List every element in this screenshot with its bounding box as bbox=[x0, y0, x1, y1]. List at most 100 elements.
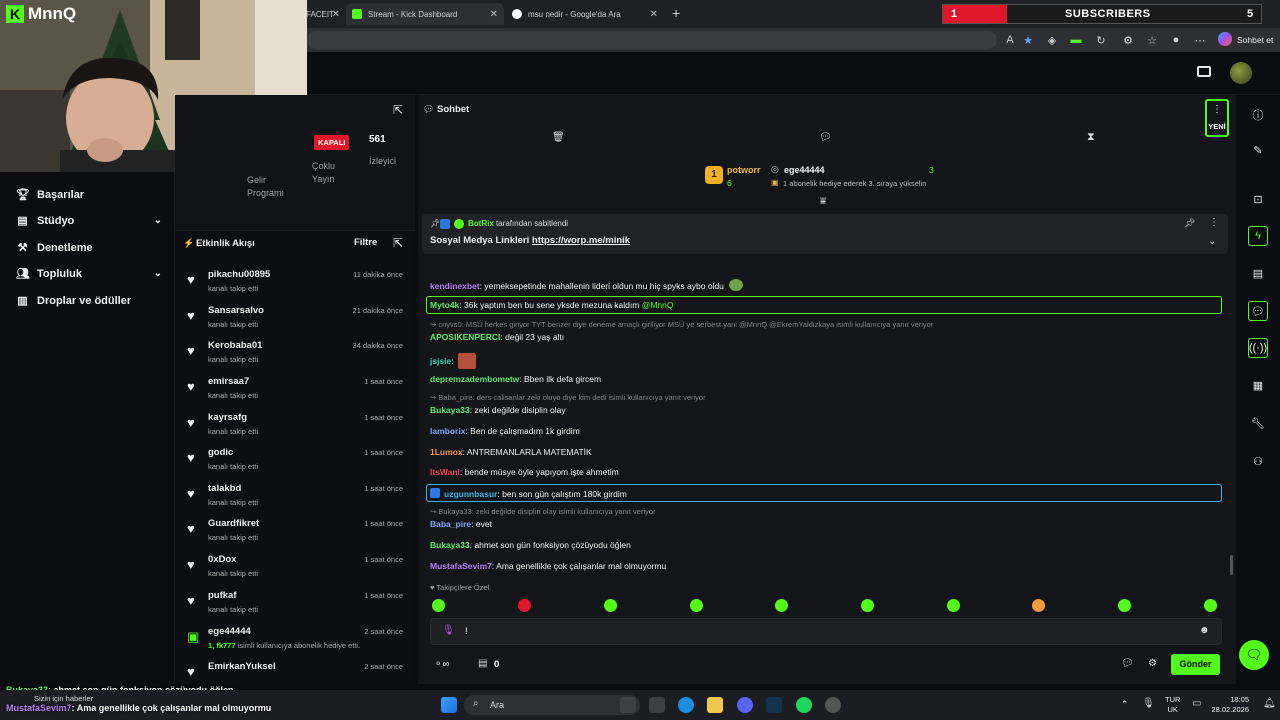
feed-row[interactable]: ♥ Guardfikret kanalı takip etti 1 saat önce bbox=[187, 517, 409, 551]
feed-row[interactable]: ♥ emirsaa7 kanalı takip etti 1 saat önce bbox=[187, 375, 409, 409]
info-icon[interactable]: ⓘ bbox=[1248, 105, 1268, 125]
emote-button[interactable] bbox=[947, 599, 960, 612]
shield-icon[interactable]: ◈ bbox=[1045, 33, 1059, 47]
chat-username[interactable]: MustafaSevim7 bbox=[430, 561, 492, 571]
chat-username[interactable]: Myto4k bbox=[430, 300, 459, 310]
feed-row[interactable]: ♥ godic kanalı takip etti 1 saat önce bbox=[187, 446, 409, 480]
edit-pencil-icon[interactable]: ✎ bbox=[1248, 140, 1268, 160]
studio-preview-icon[interactable] bbox=[1197, 66, 1211, 77]
chat-username[interactable]: kendinexbet bbox=[430, 281, 480, 291]
refresh-icon[interactable]: ↻ bbox=[1094, 33, 1108, 47]
discord-icon[interactable] bbox=[737, 697, 753, 713]
store-icon[interactable]: ▤ bbox=[478, 658, 487, 669]
chat-username[interactable]: Bukaya33 bbox=[430, 540, 470, 550]
leaderboard-second-name[interactable]: ege44444 bbox=[784, 165, 825, 175]
capture-icon[interactable]: ⊡ bbox=[1248, 189, 1268, 209]
send-button[interactable]: Gönder bbox=[1171, 654, 1220, 675]
collections-icon[interactable]: ☆ bbox=[1145, 33, 1159, 47]
chat-mention[interactable]: @MnnQ bbox=[642, 300, 674, 310]
broadcast-icon[interactable]: ((·)) bbox=[1248, 338, 1268, 358]
extension-icon[interactable]: ▬ bbox=[1069, 33, 1083, 47]
chat-username[interactable]: lamborix bbox=[430, 426, 465, 436]
widgets-icon[interactable] bbox=[649, 697, 665, 713]
feed-username[interactable]: talakbd bbox=[208, 483, 241, 494]
popout-icon[interactable]: ⇱ bbox=[393, 236, 403, 250]
close-tab-icon[interactable]: ✕ bbox=[332, 9, 340, 20]
tray-chevron-icon[interactable]: ⌃ bbox=[1121, 699, 1129, 710]
more-menu-icon[interactable]: ⋯ bbox=[1193, 33, 1207, 47]
sidebar-item-moderation[interactable]: ⚒ Denetleme bbox=[16, 241, 162, 255]
chat-settings-icon[interactable]: 💬︎ bbox=[1121, 658, 1134, 669]
feed-row[interactable]: ♥ talakbd kanalı takip etti 1 saat önce bbox=[187, 482, 409, 516]
profile-chat-label[interactable]: Sohbet et bbox=[1237, 35, 1273, 45]
trash-icon[interactable]: 🗑︎ bbox=[552, 132, 565, 143]
feed-row[interactable]: ♥ pikachu00895 kanalı takip etti 11 dakika … bbox=[187, 268, 409, 302]
profile-avatar-icon[interactable]: ● bbox=[1169, 33, 1183, 47]
chat-username[interactable]: uzgunnbasur bbox=[444, 489, 497, 499]
emote-button[interactable] bbox=[861, 599, 874, 612]
gear-icon[interactable]: ⚙ bbox=[1148, 658, 1157, 669]
leaderboard-first-name[interactable]: potworr bbox=[727, 165, 761, 175]
microphone-icon[interactable]: 🎙︎ bbox=[442, 625, 455, 636]
tab-google-search[interactable]: msu nedir - Google'da Ara ✕ bbox=[506, 3, 664, 25]
pin-toggle-icon[interactable]: 📌︎ bbox=[1184, 218, 1195, 229]
document-icon[interactable]: ▤ bbox=[1248, 263, 1268, 283]
chat-bubble-icon[interactable]: 💬︎ bbox=[819, 132, 832, 143]
copilot-icon[interactable] bbox=[1218, 32, 1232, 46]
new-feature-button[interactable]: ⋮ YENİ bbox=[1205, 99, 1229, 137]
feed-username[interactable]: 0xDox bbox=[208, 554, 237, 565]
multi-stream-link[interactable]: Çoklu Yayın bbox=[312, 160, 352, 186]
feed-username[interactable]: ege44444 bbox=[208, 626, 251, 637]
close-tab-icon[interactable]: ✕ bbox=[650, 9, 658, 20]
user-avatar[interactable] bbox=[1230, 62, 1252, 84]
chat-username[interactable]: depremzadembometw bbox=[430, 374, 519, 384]
chat-tool-icon[interactable]: 💬︎ bbox=[1248, 301, 1268, 321]
file-explorer-icon[interactable] bbox=[707, 697, 723, 713]
notification-bell-icon[interactable]: 🔔︎ bbox=[1263, 698, 1276, 709]
points-icon[interactable]: ⚬∞ bbox=[434, 659, 450, 670]
share-icon[interactable]: ⚇ bbox=[1248, 451, 1268, 471]
popout-icon[interactable]: ⇱ bbox=[393, 103, 403, 117]
feed-row[interactable]: ▣ ege44444 1, fk777 isimli kullanıcıya abo… bbox=[187, 625, 409, 659]
clock[interactable]: 18:05 28.02.2026 bbox=[1211, 695, 1249, 715]
settings-gear-icon[interactable]: ⚙ bbox=[1121, 33, 1135, 47]
chat-username[interactable]: APOSIKENPERCI bbox=[430, 332, 500, 342]
sidebar-item-studio[interactable]: ▤ Stüdyo ⌄ bbox=[16, 214, 162, 228]
emote-button[interactable] bbox=[432, 599, 445, 612]
income-program-link[interactable]: Gelir Programı bbox=[247, 174, 297, 200]
windows-start-icon[interactable] bbox=[441, 697, 457, 713]
feed-username[interactable]: godic bbox=[208, 447, 233, 458]
feed-row[interactable]: ♥ Sansarsalvo kanalı takip etti 21 dakika ö… bbox=[187, 304, 409, 338]
chat-scrollbar[interactable] bbox=[1230, 555, 1233, 575]
feed-username[interactable]: pikachu00895 bbox=[208, 269, 270, 280]
feed-row[interactable]: ♥ kayrsafg kanalı takip etti 1 saat önce bbox=[187, 411, 409, 445]
sidebar-item-drops[interactable]: ▥ Droplar ve ödüller bbox=[16, 294, 162, 308]
feed-row[interactable]: ♥ pufkaf kanalı takip etti 1 saat önce bbox=[187, 589, 409, 623]
feed-row[interactable]: ♥ 0xDox kanalı takip etti 1 saat önce bbox=[187, 553, 409, 587]
hourglass-icon[interactable]: ⧗ bbox=[1087, 131, 1095, 144]
feed-username[interactable]: pufkaf bbox=[208, 590, 237, 601]
filter-button[interactable]: Filtre bbox=[354, 237, 377, 248]
emote-button[interactable] bbox=[775, 599, 788, 612]
chat-input-value[interactable]: ! bbox=[465, 626, 468, 637]
chat-username[interactable]: jsjsie bbox=[430, 356, 451, 366]
chat-username[interactable]: Baba_pire bbox=[430, 519, 471, 529]
microphone-tray-icon[interactable]: 🎙︎ bbox=[1142, 698, 1155, 709]
feed-username[interactable]: Kerobaba01 bbox=[208, 340, 262, 351]
lightning-icon[interactable]: ϟ bbox=[1248, 226, 1268, 246]
new-tab-icon[interactable]: + bbox=[672, 5, 680, 21]
close-tab-icon[interactable]: ✕ bbox=[490, 9, 498, 20]
chat-username[interactable]: ItsWani bbox=[430, 467, 460, 477]
feed-username[interactable]: Sansarsalvo bbox=[208, 305, 264, 316]
feed-username[interactable]: emirsaa7 bbox=[208, 376, 249, 387]
feed-username[interactable]: kayrsafg bbox=[208, 412, 247, 423]
address-input[interactable] bbox=[307, 31, 997, 49]
edge-browser-icon[interactable] bbox=[678, 697, 694, 713]
feed-username[interactable]: EmirkanYuksel bbox=[208, 661, 276, 672]
chevron-down-icon[interactable]: ⌄ bbox=[1208, 236, 1216, 247]
chat-username[interactable]: Bukaya33 bbox=[430, 405, 470, 415]
news-widget-label[interactable]: Sizin için haberler bbox=[34, 694, 93, 703]
steam-icon[interactable] bbox=[766, 697, 782, 713]
task-view-icon[interactable] bbox=[620, 697, 636, 713]
sidebar-item-community[interactable]: 👥︎ Topluluk ⌄ bbox=[16, 267, 162, 281]
